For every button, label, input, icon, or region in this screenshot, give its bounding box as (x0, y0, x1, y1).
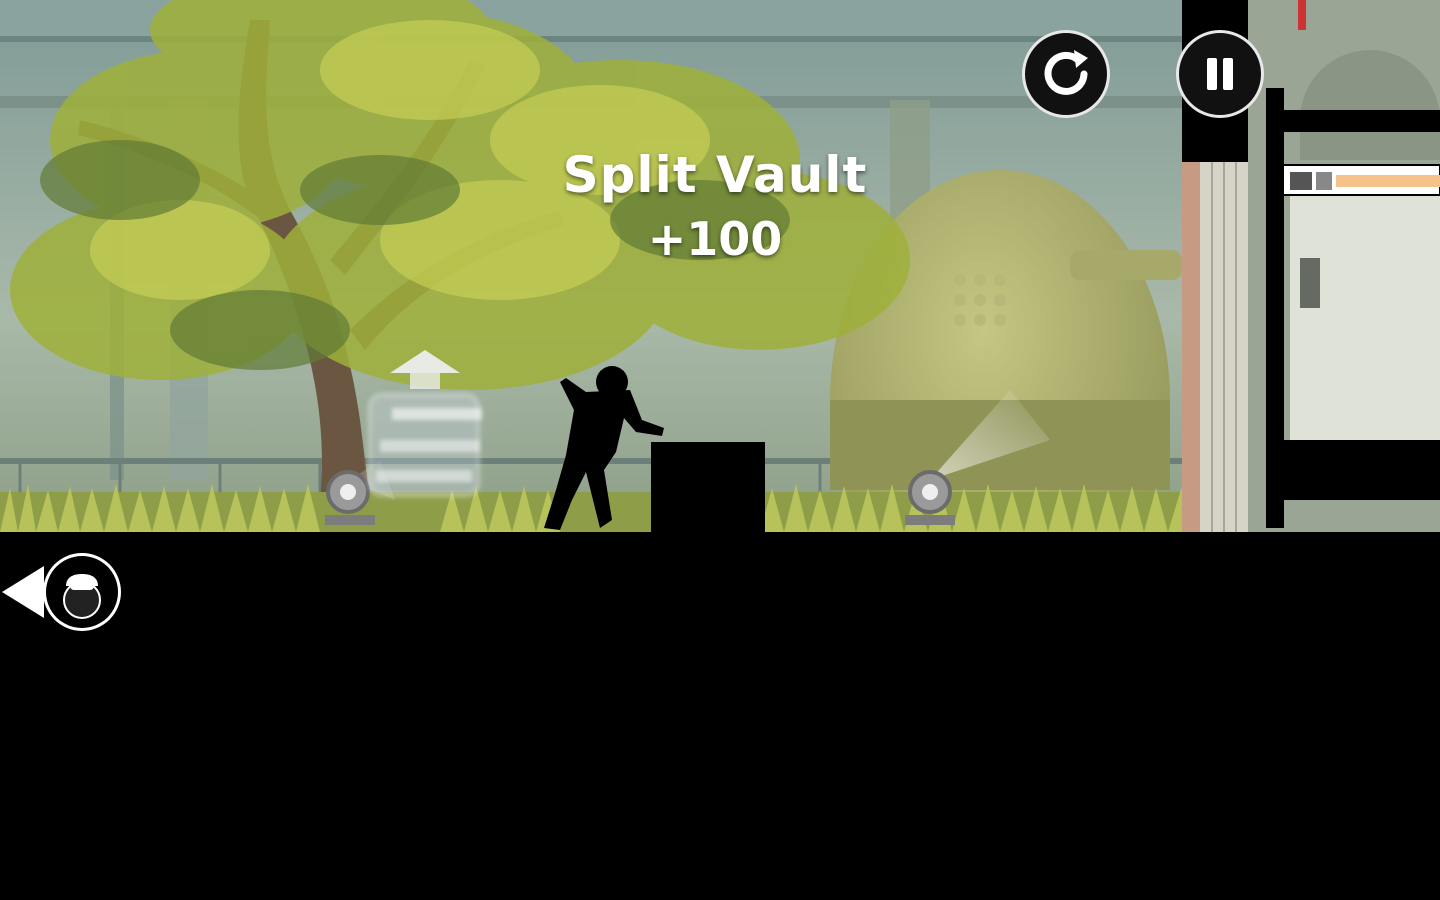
bonus-pickup (367, 392, 482, 498)
game-scene (0, 0, 1440, 900)
restart-button[interactable] (1022, 30, 1110, 118)
hunter-back-icon (2, 553, 121, 631)
pause-icon (1207, 58, 1233, 90)
hunter-back-button[interactable] (0, 552, 124, 634)
restart-icon (1044, 50, 1088, 95)
pause-button[interactable] (1176, 30, 1264, 118)
vault-obstacle (651, 442, 765, 534)
ground (0, 532, 1440, 900)
